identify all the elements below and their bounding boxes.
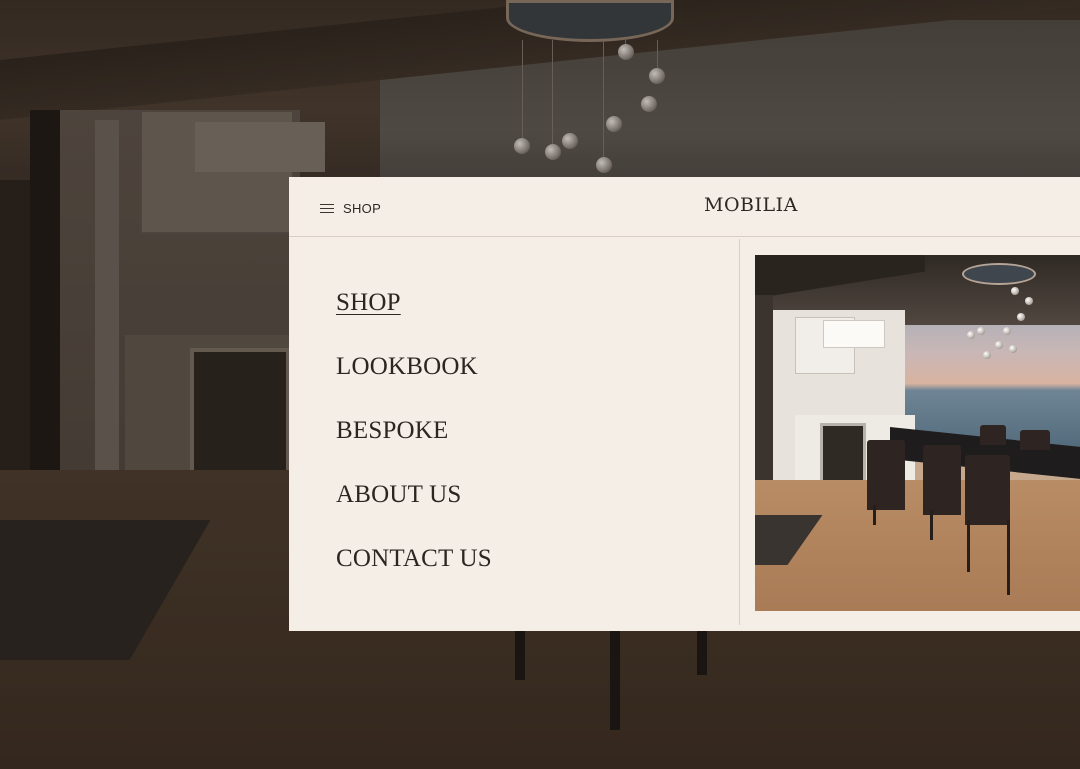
shop-toggle-label: SHOP <box>343 200 382 216</box>
preview-image <box>755 255 1080 611</box>
hamburger-icon <box>320 203 334 214</box>
brand-logo[interactable]: MOBILIA <box>704 194 798 216</box>
panel-header: SHOP MOBILIA <box>289 177 1080 237</box>
vertical-divider <box>739 239 740 625</box>
menu-item-bespoke[interactable]: BESPOKE <box>336 418 492 482</box>
menu-item-shop[interactable]: SHOP <box>336 290 492 354</box>
shop-menu-toggle[interactable]: SHOP <box>320 199 381 217</box>
menu-item-about-us[interactable]: ABOUT US <box>336 482 492 546</box>
navigation-panel: SHOP MOBILIA SHOP LOOKBOOK BESPOKE ABOUT… <box>289 177 1080 631</box>
menu-item-lookbook[interactable]: LOOKBOOK <box>336 354 492 418</box>
main-menu: SHOP LOOKBOOK BESPOKE ABOUT US CONTACT U… <box>336 290 492 610</box>
menu-item-contact-us[interactable]: CONTACT US <box>336 546 492 610</box>
